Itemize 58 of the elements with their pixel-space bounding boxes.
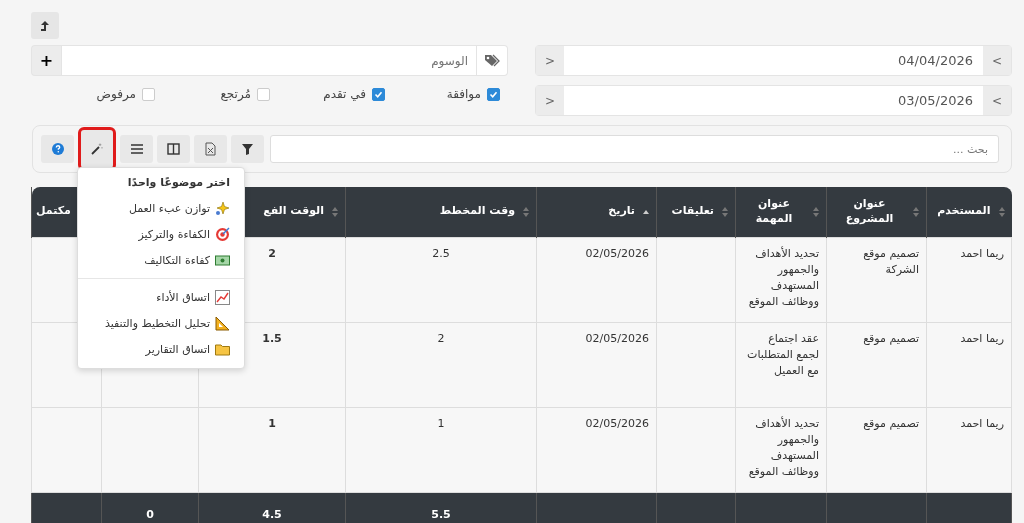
columns-button[interactable] — [157, 135, 190, 163]
list-icon — [130, 144, 143, 154]
total-cell: 5.5 — [345, 492, 537, 523]
table-cell: تصميم موقع الشركة — [826, 237, 927, 322]
column-header[interactable]: تاريخ — [536, 187, 657, 237]
table-cell: تحديد الأهداف والجمهور المستهدف ووظائف الموقع — [735, 237, 827, 322]
tag-icon — [484, 53, 500, 68]
checkbox[interactable] — [487, 87, 500, 101]
upload-icon — [40, 19, 50, 32]
table-cell: عقد اجتماع لجمع المتطلبات مع العميل — [735, 322, 827, 407]
table-cell: ريما احمد — [926, 322, 1012, 407]
checkbox-label: موافقة — [446, 87, 481, 101]
list-button[interactable] — [120, 135, 153, 163]
folder-icon — [215, 341, 230, 357]
column-header[interactable]: عنوان المشروع — [826, 187, 927, 237]
magic-wand-icon — [91, 143, 103, 155]
table-cell: 2.5 — [345, 237, 537, 322]
line-chart-icon — [215, 289, 230, 305]
search-field[interactable]: بحث ... — [270, 135, 999, 163]
column-header[interactable]: المستخدم — [926, 187, 1012, 237]
tags-field[interactable]: الوسوم — [61, 45, 477, 76]
total-cell: 0 — [101, 492, 199, 523]
table-cell: 02/05/2026 — [536, 237, 657, 322]
table-cell: 02/05/2026 — [536, 322, 657, 407]
table-cell: 02/05/2026 — [536, 407, 657, 492]
table-cell: تصميم موقع — [826, 407, 927, 492]
column-header[interactable]: وقت المخطط — [345, 187, 537, 237]
add-tag-button[interactable]: + — [31, 45, 61, 76]
column-header[interactable]: عنوان المهمة — [735, 187, 827, 237]
sparkle-icon — [215, 200, 230, 216]
table-cell: تصميم موقع — [826, 322, 927, 407]
banknote-icon — [215, 252, 230, 268]
table-cell: ريما احمد — [926, 237, 1012, 322]
triangle-ruler-icon — [215, 315, 230, 331]
table-cell: 2 — [345, 322, 537, 407]
checkmark-icon — [489, 89, 498, 99]
filter-icon — [242, 143, 253, 155]
target-icon — [215, 226, 230, 242]
table-cell: 1 — [345, 407, 537, 492]
checkbox-label: مرفوض — [96, 87, 136, 101]
upload-button[interactable] — [31, 12, 59, 39]
checkbox[interactable] — [372, 87, 385, 101]
table-cell: 1 — [198, 407, 346, 492]
filter-button[interactable] — [231, 135, 264, 163]
column-header[interactable]: تعليقات — [656, 187, 736, 237]
help-button[interactable] — [41, 135, 74, 163]
spreadsheet-file-icon — [205, 142, 216, 156]
checkbox-label: في تقدم — [323, 87, 366, 101]
columns-icon — [167, 143, 180, 155]
magic-wand-button[interactable] — [81, 130, 113, 168]
checkbox-label: مُرتجع — [220, 87, 251, 101]
total-cell: 4.5 — [198, 492, 346, 523]
help-icon — [51, 143, 64, 155]
checkbox[interactable] — [142, 87, 155, 101]
checkmark-icon — [374, 89, 383, 99]
checkbox[interactable] — [257, 87, 270, 101]
table-cell: ريما احمد — [926, 407, 1012, 492]
table-cell: تحديد الأهداف والجمهور المستهدف ووظائف الموقع — [735, 407, 827, 492]
